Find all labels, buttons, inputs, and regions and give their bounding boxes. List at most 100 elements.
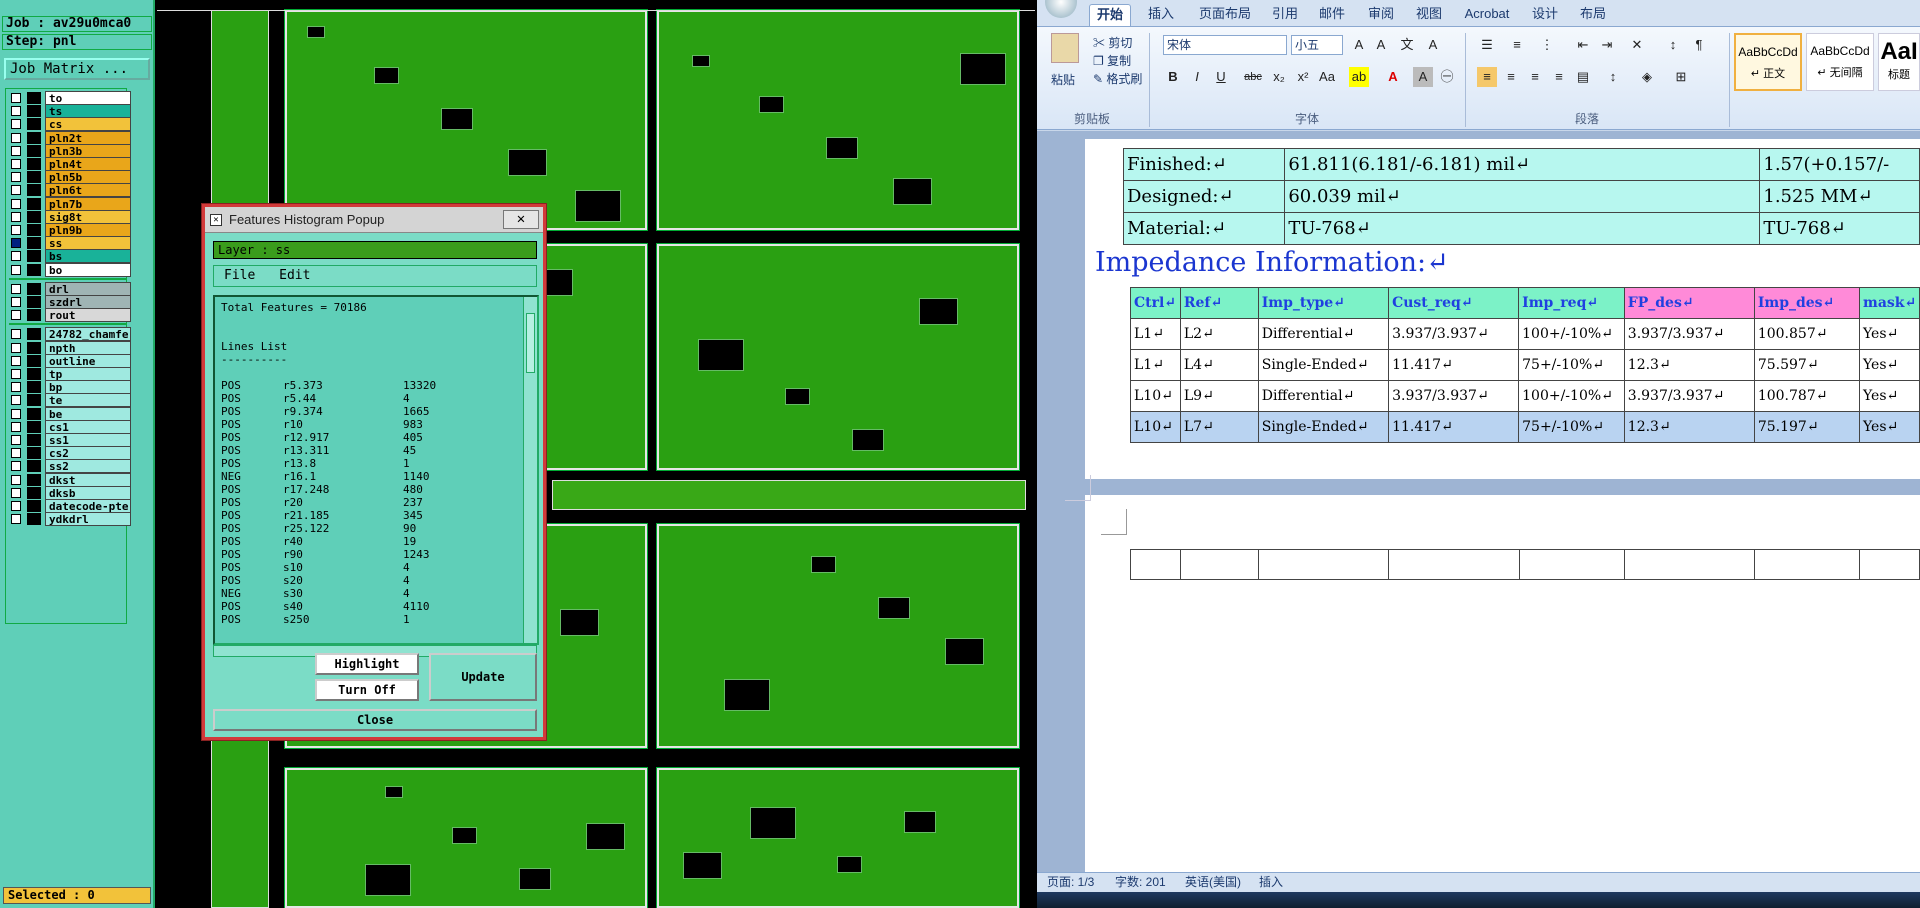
highlight-color-icon[interactable]: ab (1349, 67, 1369, 87)
layer-name[interactable]: pln4t (45, 157, 131, 171)
table-cell[interactable]: Yes↵ (1859, 318, 1920, 350)
shrink-font-icon[interactable]: A (1371, 35, 1391, 55)
layer-name[interactable]: pln7b (45, 196, 131, 211)
layer-name[interactable]: tp (45, 367, 131, 381)
table-cell[interactable]: 75+/-10%↵ (1518, 411, 1625, 443)
char-border-icon[interactable]: A (1423, 35, 1443, 55)
job-matrix-button[interactable]: Job Matrix ... (4, 58, 150, 80)
layer-row[interactable]: rout (9, 308, 131, 323)
layer-row[interactable]: pln6t (9, 183, 131, 198)
bold-icon[interactable]: B (1163, 67, 1183, 87)
table-header-cell[interactable]: Ref↵ (1179, 287, 1259, 319)
office-button[interactable] (1045, 0, 1077, 18)
tab-mailings[interactable]: 邮件 (1312, 4, 1352, 26)
font-name-select[interactable]: 宋体 (1163, 35, 1287, 55)
layer-checkbox[interactable] (11, 198, 21, 209)
table-cell[interactable]: 3.937/3.937↵ (1623, 380, 1755, 412)
layer-name[interactable]: szdrl (45, 295, 131, 309)
layer-checkbox[interactable] (11, 283, 21, 294)
layer-row[interactable]: te (9, 393, 131, 408)
table-cell[interactable]: L10↵ (1130, 380, 1181, 412)
layer-name[interactable]: pln2t (45, 130, 131, 145)
layer-checkbox[interactable] (11, 159, 21, 169)
layer-row[interactable]: pln2t (9, 130, 131, 145)
table-cell[interactable]: 12.3↵ (1623, 411, 1755, 443)
layer-checkbox[interactable] (11, 225, 21, 235)
layer-name[interactable]: drl (45, 281, 131, 296)
table-cell[interactable]: 60.039 mil↵ (1284, 180, 1761, 213)
layer-row[interactable]: ts (9, 104, 131, 119)
layer-name[interactable]: cs1 (45, 419, 131, 434)
layer-row[interactable]: 24782_chamfe (9, 327, 131, 342)
table-cell[interactable]: Yes↵ (1859, 411, 1920, 443)
layer-row[interactable]: pln4t (9, 157, 131, 171)
layer-checkbox[interactable] (11, 461, 21, 472)
layer-name[interactable]: ts (45, 104, 131, 119)
tab-page-layout[interactable]: 页面布局 (1193, 4, 1257, 26)
histogram-list[interactable]: Total Features = 70186 Lines List ------… (213, 295, 539, 645)
layer-row[interactable]: cs1 (9, 419, 131, 434)
table-cell[interactable]: L1↵ (1130, 318, 1181, 350)
cut-button[interactable]: ✂ 剪切 (1093, 34, 1132, 51)
layer-row[interactable]: dksb (9, 485, 131, 500)
page-count[interactable]: 页面: 1/3 (1047, 873, 1094, 892)
strikethrough-icon[interactable]: abc (1243, 67, 1263, 87)
layer-name[interactable]: te (45, 393, 131, 408)
layer-name[interactable]: bo (45, 262, 131, 277)
layer-name[interactable]: pln5b (45, 170, 131, 185)
borders-icon[interactable]: ⊞ (1671, 67, 1691, 87)
layer-checkbox[interactable] (11, 251, 21, 262)
layer-checkbox[interactable] (11, 342, 21, 353)
layer-checkbox[interactable] (11, 310, 21, 321)
tab-view[interactable]: 视图 (1409, 4, 1449, 26)
layer-row[interactable]: bs (9, 249, 131, 264)
layer-name[interactable]: ss (45, 236, 131, 251)
table-cell[interactable]: Differential↵ (1257, 318, 1390, 350)
layer-checkbox[interactable] (11, 435, 21, 445)
layer-row[interactable]: dkst (9, 472, 131, 487)
copy-button[interactable]: ❐ 复制 (1093, 52, 1131, 69)
font-size-select[interactable]: 小五 (1291, 35, 1343, 55)
layer-row[interactable]: npth (9, 340, 131, 355)
document-area[interactable]: Finished:↵ 61.811(6.181/-6.181) mil↵ 1.57(… (1037, 131, 1920, 872)
layer-name[interactable]: cs (45, 117, 131, 132)
superscript-icon[interactable]: x² (1293, 67, 1313, 87)
layer-row[interactable]: sig8t (9, 209, 131, 224)
decrease-indent-icon[interactable]: ⇤ (1573, 35, 1593, 55)
layer-name[interactable]: bs (45, 249, 131, 264)
layer-row[interactable]: cs2 (9, 446, 131, 461)
layer-checkbox[interactable] (11, 264, 21, 275)
layer-name[interactable]: pln3b (45, 143, 131, 158)
layer-name[interactable]: ydkdrl (45, 512, 131, 527)
tab-home[interactable]: 开始 (1089, 4, 1131, 26)
line-spacing-icon[interactable]: ↕ (1603, 67, 1623, 87)
paste-button[interactable]: 粘贴 (1051, 71, 1075, 88)
layer-checkbox[interactable] (11, 501, 21, 511)
table-cell[interactable]: 100+/-10%↵ (1518, 380, 1625, 412)
table-cell[interactable]: 75.597↵ (1753, 349, 1861, 381)
layer-row[interactable]: bp (9, 380, 131, 395)
style-no-spacing[interactable]: AaBbCcDd ↵ 无间隔 (1806, 33, 1874, 91)
vertical-scrollbar[interactable] (523, 297, 537, 643)
layer-row[interactable]: ss (9, 236, 131, 251)
layer-name[interactable]: ss2 (45, 459, 131, 474)
layer-name[interactable]: be (45, 406, 131, 421)
table-cell[interactable]: L9↵ (1179, 380, 1259, 412)
layer-checkbox[interactable] (11, 474, 21, 485)
layer-row[interactable]: be (9, 406, 131, 421)
distributed-icon[interactable]: ▤ (1573, 67, 1593, 87)
style-normal[interactable]: AaBbCcDd ↵ 正文 (1734, 33, 1802, 91)
layer-checkbox[interactable] (11, 421, 21, 432)
show-marks-icon[interactable]: ¶ (1689, 35, 1709, 55)
table-cell[interactable]: 3.937/3.937↵ (1623, 318, 1755, 350)
table-cell[interactable]: Differential↵ (1257, 380, 1390, 412)
table-cell[interactable]: 100.787↵ (1753, 380, 1861, 412)
layer-row[interactable]: ss2 (9, 459, 131, 474)
layer-row[interactable]: drl (9, 281, 131, 296)
table-cell[interactable]: L10↵ (1130, 411, 1181, 443)
sort-icon[interactable]: ↕ (1663, 35, 1683, 55)
table-cell[interactable]: L2↵ (1179, 318, 1259, 350)
table-cell[interactable]: 11.417↵ (1388, 349, 1520, 381)
table-cell[interactable]: L4↵ (1179, 349, 1259, 381)
tab-acrobat[interactable]: Acrobat (1457, 4, 1517, 26)
